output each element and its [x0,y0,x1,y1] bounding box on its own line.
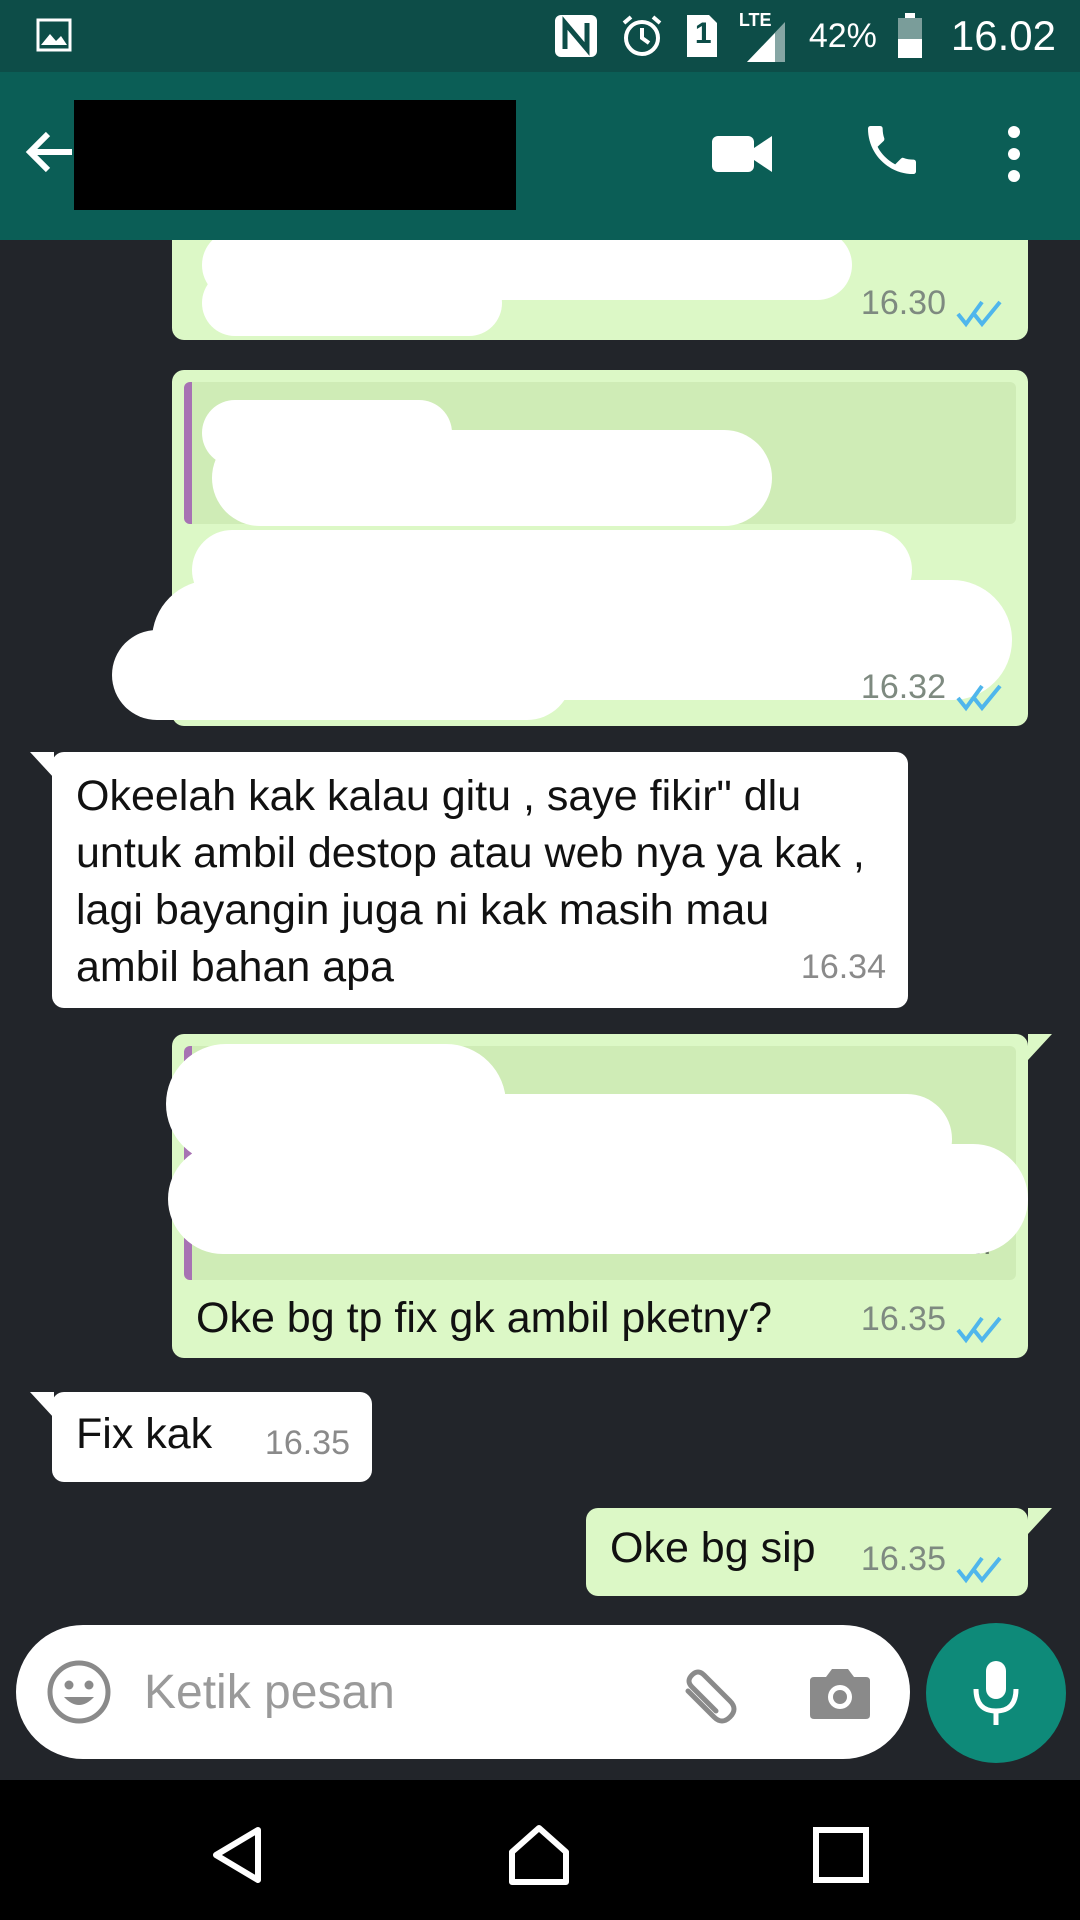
status-time: 16.02 [950,12,1056,59]
chat-header [0,72,1080,240]
more-vert-icon[interactable] [996,122,1032,186]
composer-bar [0,1620,1080,1780]
message-time: 16.35 [860,1540,946,1578]
gallery-icon [36,18,72,52]
message-text: Fix kak [76,1410,213,1458]
bubble-tail [30,752,54,778]
redaction-mark [212,430,772,526]
message-text: Oke bg sip [610,1524,816,1572]
attach-icon[interactable] [676,1661,746,1727]
redaction-mark [168,1144,1028,1254]
nfc-icon [553,13,599,59]
read-receipt-icon [956,1545,1006,1583]
battery-icon [897,13,923,59]
status-bar: 1 LTE 42% 16.02 [0,0,1080,72]
bubble-tail [1028,1508,1052,1534]
system-nav-bar [0,1780,1080,1920]
message-meta: 16.34 [801,939,886,996]
message-incoming[interactable]: Fix kak 16.35 [52,1392,372,1482]
signal-icon: LTE [739,6,789,66]
message-time: 16.35 [860,1300,946,1338]
message-outgoing[interactable]: 16.30 [172,240,1028,340]
back-arrow-icon[interactable] [20,122,80,182]
nav-recents-icon[interactable] [808,1822,874,1888]
bubble-tail [30,1392,54,1418]
message-list[interactable]: 16.30 16.32 Okeelah kak kalau gitu , say… [0,240,1080,1620]
network-type-label: LTE [738,10,772,30]
nav-home-icon[interactable] [506,1822,572,1888]
message-text: Okeelah kak kalau gitu , saye fikir" dlu… [76,772,865,991]
mic-button[interactable] [926,1623,1066,1763]
message-meta: 16.35 [861,1291,1006,1348]
message-outgoing[interactable]: 16.32 [112,370,1028,726]
composer-pill [16,1625,910,1759]
message-text: Oke bg tp fix gk ambil pketny? [196,1294,773,1342]
read-receipt-icon [956,1305,1006,1343]
redaction-mark [202,270,502,336]
message-time: 16.30 [860,284,946,322]
message-outgoing[interactable]: .... Oke bg tp fix gk ambil pketny? 16.3… [166,1034,1028,1358]
message-meta: 16.32 [861,659,1006,716]
read-receipt-icon [956,673,1006,711]
bubble-tail [1028,1034,1052,1060]
video-call-icon[interactable] [710,124,774,184]
message-outgoing[interactable]: Oke bg sip 16.35 [586,1508,1028,1596]
camera-icon[interactable] [808,1663,872,1721]
message-input[interactable] [144,1655,624,1729]
alarm-icon [619,13,665,59]
message-meta: 16.35 [265,1415,350,1472]
sim-icon: 1 [685,13,719,59]
phone-icon[interactable] [860,118,924,182]
battery-percent: 42% [808,16,877,55]
mic-icon [972,1659,1020,1732]
message-meta: 16.35 [861,1531,1006,1588]
redaction-mark [112,630,572,720]
message-time: 16.34 [800,948,886,986]
message-meta: 16.30 [861,275,1006,332]
contact-name-redacted[interactable] [74,100,516,210]
read-receipt-icon [956,289,1006,327]
message-time: 16.32 [860,668,946,706]
emoji-icon[interactable] [46,1659,112,1725]
message-time: 16.35 [264,1424,350,1462]
sim-slot-label: 1 [694,17,712,50]
message-incoming[interactable]: Okeelah kak kalau gitu , saye fikir" dlu… [52,752,908,1008]
nav-back-icon[interactable] [206,1822,272,1888]
